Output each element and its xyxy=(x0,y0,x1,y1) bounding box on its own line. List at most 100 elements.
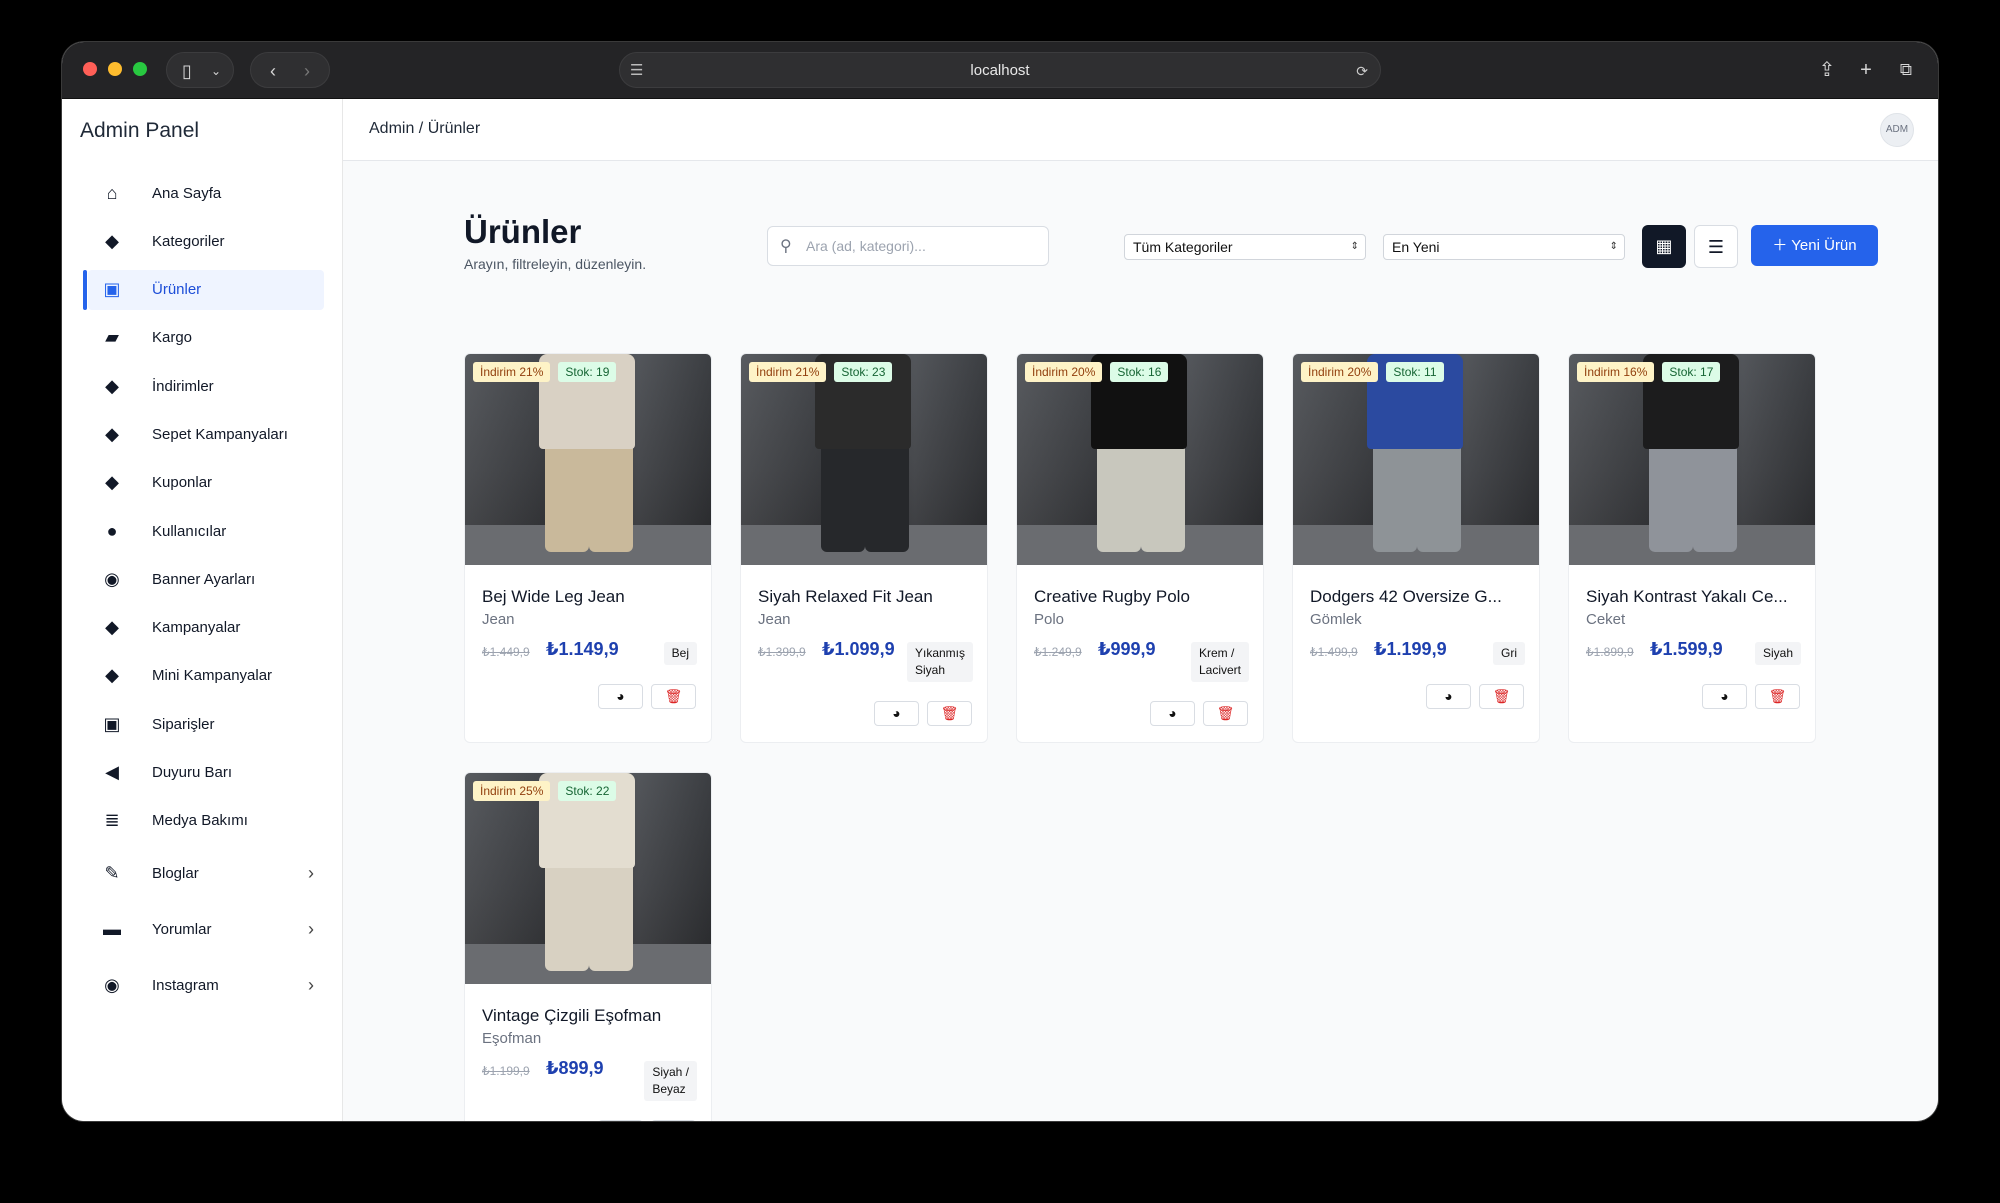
trash-icon: 🗑 xyxy=(1768,688,1787,704)
product-name[interactable]: Siyah Kontrast Yakalı Ce... xyxy=(1586,587,1806,607)
product-card[interactable]: İndirim 21% Stok: 23 Siyah Relaxed Fit Jea… xyxy=(740,353,988,743)
sidebar-item-0[interactable]: ⌂ Ana Sayfa xyxy=(88,173,324,213)
camera-icon: ◉ xyxy=(104,975,120,996)
color-variants-button[interactable]: ◕ xyxy=(1150,701,1195,726)
color-variants-button[interactable]: ◕ xyxy=(874,701,919,726)
stock-badge: Stok: 19 xyxy=(558,362,617,382)
sidebar-item-label: Banner Ayarları xyxy=(152,570,256,588)
grid-icon: ▦ xyxy=(1655,236,1673,256)
product-image[interactable]: İndirim 16% Stok: 17 xyxy=(1569,354,1815,565)
truck-icon: ▰ xyxy=(105,327,119,348)
delete-button[interactable]: 🗑 xyxy=(1203,701,1248,726)
sidebar-item-6[interactable]: ◆ Kuponlar xyxy=(88,463,324,503)
sidebar-item-10[interactable]: ◆ Mini Kampanyalar xyxy=(88,656,324,696)
history-nav-group[interactable]: ‹ › xyxy=(250,52,330,88)
close-window-button[interactable] xyxy=(83,62,97,76)
sidebar-item-8[interactable]: ◉ Banner Ayarları xyxy=(88,559,324,599)
search-input[interactable] xyxy=(806,227,1036,265)
translate-reload-icon[interactable]: ⟳ xyxy=(1356,53,1368,89)
product-card[interactable]: İndirim 21% Stok: 19 Bej Wide Leg Jean Jean… xyxy=(464,353,712,743)
product-name[interactable]: Dodgers 42 Oversize G... xyxy=(1310,587,1530,607)
product-image[interactable]: İndirim 20% Stok: 16 xyxy=(1017,354,1263,565)
product-name[interactable]: Siyah Relaxed Fit Jean xyxy=(758,587,978,607)
trash-icon: 🗑 xyxy=(940,705,959,721)
browser-titlebar: ▯ ⌄ ‹ › ☰ localhost ⟳ ⇪ + ⧉ xyxy=(62,42,1938,99)
tag-icon: ◆ xyxy=(105,617,119,638)
color-variants-button[interactable]: ◕ xyxy=(598,684,643,709)
product-image[interactable]: İndirim 25% Stok: 22 xyxy=(465,773,711,984)
list-view-button[interactable]: ☰ xyxy=(1694,225,1738,268)
comment-icon: ▬ xyxy=(103,918,121,939)
sidebar-item-5[interactable]: ◆ Sepet Kampanyaları xyxy=(88,414,324,454)
color-variants-button[interactable]: ◕ xyxy=(1702,684,1747,709)
address-url[interactable]: localhost xyxy=(620,53,1380,89)
grid-view-button[interactable]: ▦ xyxy=(1642,225,1686,268)
product-name[interactable]: Creative Rugby Polo xyxy=(1034,587,1254,607)
product-category: Jean xyxy=(482,611,515,628)
sidebar-item-16[interactable]: ◉ Instagram › xyxy=(88,962,324,1010)
sidebar-item-11[interactable]: ▣ Siparişler xyxy=(88,704,324,744)
sidebar-toggle-group[interactable]: ▯ ⌄ xyxy=(166,52,234,88)
product-card[interactable]: İndirim 25% Stok: 22 Vintage Çizgili Eşofm… xyxy=(464,772,712,1121)
product-name[interactable]: Vintage Çizgili Eşofman xyxy=(482,1006,702,1026)
product-card[interactable]: İndirim 16% Stok: 17 Siyah Kontrast Yakalı… xyxy=(1568,353,1816,743)
badge-row: İndirim 16% Stok: 17 xyxy=(1577,362,1721,382)
current-price: ₺1.599,9 xyxy=(1650,639,1723,659)
tag-icon: ◆ xyxy=(105,472,119,493)
discount-badge: İndirim 16% xyxy=(1577,362,1655,382)
sidebar-toggle-icon[interactable]: ▯ xyxy=(175,53,199,89)
product-image[interactable]: İndirim 21% Stok: 19 xyxy=(465,354,711,565)
sort-select[interactable]: En Yeni ⇕ xyxy=(1383,234,1625,260)
color-tag: Siyah / Beyaz xyxy=(644,1061,697,1101)
delete-button[interactable]: 🗑 xyxy=(927,701,972,726)
select-arrows-icon: ⇕ xyxy=(1350,241,1359,252)
sidebar-item-12[interactable]: ◀ Duyuru Barı xyxy=(88,753,324,793)
chevron-right-icon[interactable]: › xyxy=(308,919,314,940)
forward-icon[interactable]: › xyxy=(293,53,321,89)
product-name[interactable]: Bej Wide Leg Jean xyxy=(482,587,702,607)
color-variants-button[interactable]: ◕ xyxy=(1426,684,1471,709)
new-product-label: Yeni Ürün xyxy=(1791,237,1857,254)
product-image[interactable]: İndirim 20% Stok: 11 xyxy=(1293,354,1539,565)
product-card[interactable]: İndirim 20% Stok: 11 Dodgers 42 Oversize G… xyxy=(1292,353,1540,743)
current-price: ₺899,9 xyxy=(546,1058,604,1078)
back-icon[interactable]: ‹ xyxy=(259,53,287,89)
sidebar-item-label: Mini Kampanyalar xyxy=(152,667,273,685)
megaphone-icon: ◀ xyxy=(105,762,119,783)
delete-button[interactable]: 🗑 xyxy=(1755,684,1800,709)
search-box[interactable]: ⚲ xyxy=(767,226,1049,266)
sidebar-item-label: Kuponlar xyxy=(152,474,213,492)
chevron-right-icon[interactable]: › xyxy=(308,863,314,884)
sidebar-item-2[interactable]: ▣ Ürünler xyxy=(83,269,324,310)
sidebar-item-7[interactable]: ● Kullanıcılar xyxy=(88,511,324,551)
address-bar[interactable]: ☰ localhost ⟳ xyxy=(619,52,1381,88)
new-tab-icon[interactable]: + xyxy=(1851,52,1881,88)
sidebar-item-1[interactable]: ◆ Kategoriler xyxy=(88,221,324,261)
sidebar-item-13[interactable]: ≣ Medya Bakımı xyxy=(88,801,324,841)
zoom-window-button[interactable] xyxy=(133,62,147,76)
color-variants-button[interactable]: ◕ xyxy=(598,1120,643,1121)
new-product-button[interactable]: ＋ Yeni Ürün xyxy=(1751,225,1878,266)
list-icon: ☰ xyxy=(1707,237,1725,257)
chevron-down-icon[interactable]: ⌄ xyxy=(205,53,227,89)
sidebar-item-3[interactable]: ▰ Kargo xyxy=(88,318,324,358)
product-card[interactable]: İndirim 20% Stok: 16 Creative Rugby Polo Po… xyxy=(1016,353,1264,743)
sidebar-item-label: Siparişler xyxy=(152,715,215,733)
minimize-window-button[interactable] xyxy=(108,62,122,76)
delete-button[interactable]: 🗑 xyxy=(651,684,696,709)
stock-badge: Stok: 22 xyxy=(558,781,617,801)
sidebar-item-4[interactable]: ◆ İndirimler xyxy=(88,366,324,406)
tab-overview-icon[interactable]: ⧉ xyxy=(1891,52,1921,88)
discount-badge: İndirim 21% xyxy=(473,362,551,382)
share-icon[interactable]: ⇪ xyxy=(1812,52,1842,88)
tag-icon: ◆ xyxy=(105,665,119,686)
product-image[interactable]: İndirim 21% Stok: 23 xyxy=(741,354,987,565)
chevron-right-icon[interactable]: › xyxy=(308,975,314,996)
category-select[interactable]: Tüm Kategoriler ⇕ xyxy=(1124,234,1366,260)
sidebar-item-9[interactable]: ◆ Kampanyalar xyxy=(88,608,324,648)
delete-button[interactable]: 🗑 xyxy=(651,1120,696,1121)
sidebar-item-14[interactable]: ✎ Bloglar › xyxy=(88,849,324,897)
delete-button[interactable]: 🗑 xyxy=(1479,684,1524,709)
avatar[interactable]: ADM xyxy=(1880,113,1914,147)
sidebar-item-15[interactable]: ▬ Yorumlar › xyxy=(88,905,324,953)
